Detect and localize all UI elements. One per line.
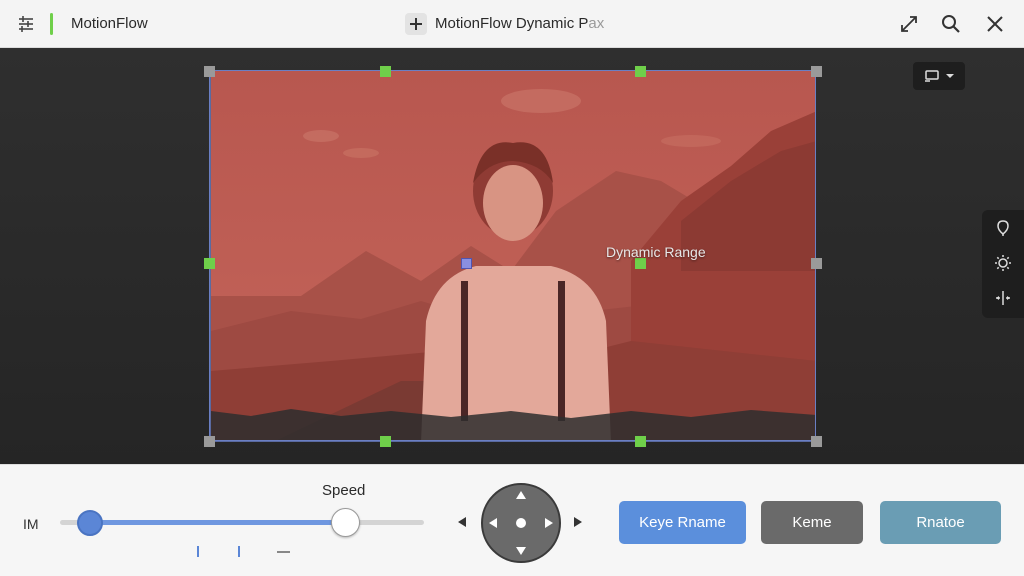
app-name: MotionFlow [71,15,148,32]
rotate-button[interactable]: Rnatoe [880,501,1001,544]
pin-tool[interactable] [991,216,1015,240]
resize-handle-bottom[interactable] [380,436,391,447]
speed-slider-fill [89,520,344,525]
slider-dash-marker [277,551,290,553]
dpad-up[interactable] [514,488,528,502]
document-title-faded: ax [588,15,605,32]
split-tool[interactable] [991,286,1015,310]
plus-icon [410,18,422,30]
speed-slider-start-thumb[interactable] [77,510,103,536]
brightness-tool[interactable] [991,251,1015,275]
display-icon [925,70,939,82]
caret-left-icon [489,518,497,528]
speed-slider-end-thumb[interactable] [331,508,360,537]
resize-handle-bottom-right[interactable] [811,436,822,447]
dpad-down[interactable] [514,544,528,558]
split-icon [996,291,1010,305]
expand-button[interactable] [897,12,921,36]
scene-image [211,71,815,441]
step-forward-button[interactable] [571,514,585,530]
close-icon [987,16,1003,32]
caret-right-icon [545,518,553,528]
sliders-menu-button[interactable] [14,12,38,36]
display-mode-button[interactable] [913,62,965,90]
slider-tick [197,546,199,557]
step-back-button[interactable] [455,514,469,530]
resize-handle-top-2[interactable] [635,66,646,77]
resize-handle-top-left[interactable] [204,66,215,77]
add-button[interactable] [405,13,427,35]
chevron-down-icon [946,74,954,78]
keme-button[interactable]: Keme [761,501,863,544]
speed-label: Speed [322,482,366,499]
caret-up-icon [516,491,526,499]
resize-handle-left[interactable] [204,258,215,269]
search-button[interactable] [939,12,963,36]
caret-down-icon [516,547,526,555]
resize-handle-top[interactable] [380,66,391,77]
resize-handle-right[interactable] [811,258,822,269]
top-bar: MotionFlow MotionFlow Dynamic Pax [0,0,1024,48]
slider-tick [238,546,240,557]
caret-right-icon [574,517,582,527]
anchor-point[interactable] [461,258,472,269]
control-panel: IM Speed Keye Rname Keme Rnatoe [0,464,1024,576]
video-frame[interactable] [210,70,816,442]
caret-left-icon [458,517,466,527]
close-button[interactable] [983,12,1007,36]
keyframe-button[interactable]: Keye Rname [619,501,746,544]
dpad-right[interactable] [542,516,556,530]
direction-pad[interactable] [481,483,561,563]
document-title-main: MotionFlow Dynamic P [435,15,589,32]
expand-icon [901,16,917,32]
im-label: IM [23,516,39,532]
accent-divider [50,13,53,35]
document-title: MotionFlow Dynamic Pax [435,15,604,32]
editor-canvas[interactable]: Dynamic Range [0,48,1024,464]
resize-handle-bottom-left[interactable] [204,436,215,447]
sliders-icon [19,16,33,32]
location-pin-icon [997,220,1009,236]
dynamic-range-label: Dynamic Range [606,244,706,260]
search-icon [942,15,960,33]
dpad-center[interactable] [516,518,526,528]
sun-icon [995,255,1011,271]
dpad-left[interactable] [486,516,500,530]
speed-slider-track[interactable] [60,520,424,525]
resize-handle-bottom-2[interactable] [635,436,646,447]
side-toolbar [982,210,1024,318]
resize-handle-top-right[interactable] [811,66,822,77]
